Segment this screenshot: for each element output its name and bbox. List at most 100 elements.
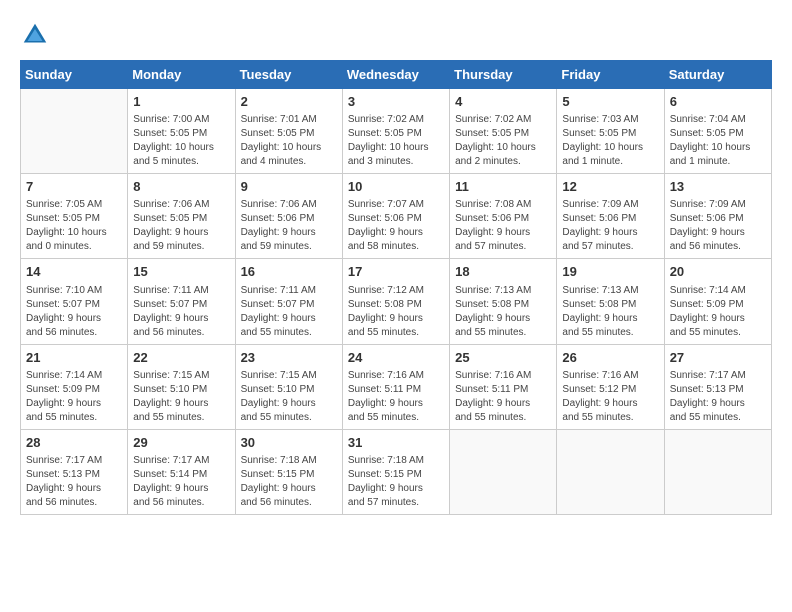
header-cell-tuesday: Tuesday <box>235 61 342 89</box>
day-number: 31 <box>348 434 444 452</box>
day-number: 11 <box>455 178 551 196</box>
day-info: Sunrise: 7:03 AM Sunset: 5:05 PM Dayligh… <box>562 113 658 169</box>
day-number: 20 <box>670 263 766 281</box>
day-number: 8 <box>133 178 229 196</box>
day-info: Sunrise: 7:16 AM Sunset: 5:11 PM Dayligh… <box>455 369 551 425</box>
day-cell: 26Sunrise: 7:16 AM Sunset: 5:12 PM Dayli… <box>557 344 664 429</box>
header-cell-monday: Monday <box>128 61 235 89</box>
day-info: Sunrise: 7:13 AM Sunset: 5:08 PM Dayligh… <box>455 284 551 340</box>
day-cell: 16 Sunrise: 7:11 AM Sunset: 5:07 PM Dayli… <box>235 259 342 344</box>
week-row-5: 28Sunrise: 7:17 AM Sunset: 5:13 PM Dayli… <box>21 429 772 514</box>
day-info: Sunrise: 7:12 AM Sunset: 5:08 PM Dayligh… <box>348 284 444 340</box>
day-info: Sunrise: 7:01 AM Sunset: 5:05 PM Dayligh… <box>241 113 337 169</box>
day-number: 12 <box>562 178 658 196</box>
day-cell: 12 Sunrise: 7:09 AM Sunset: 5:06 PM Dayli… <box>557 174 664 259</box>
day-info: Sunrise: 7:09 AM Sunset: 5:06 PM Dayligh… <box>562 198 658 254</box>
day-number: 5 <box>562 93 658 111</box>
day-number: 4 <box>455 93 551 111</box>
day-number: 9 <box>241 178 337 196</box>
day-cell: 20 Sunrise: 7:14 AM Sunset: 5:09 PM Dayli… <box>664 259 771 344</box>
day-info: Sunrise: 7:10 AM Sunset: 5:07 PM Dayligh… <box>26 284 122 340</box>
header-cell-saturday: Saturday <box>664 61 771 89</box>
day-number: 23 <box>241 349 337 367</box>
day-number: 25 <box>455 349 551 367</box>
logo-icon <box>20 20 50 50</box>
week-row-1: 1 Sunrise: 7:00 AM Sunset: 5:05 PM Daylig… <box>21 89 772 174</box>
page-header <box>20 20 772 50</box>
day-info: Sunrise: 7:16 AM Sunset: 5:12 PM Dayligh… <box>562 369 658 425</box>
day-cell <box>450 429 557 514</box>
day-number: 16 <box>241 263 337 281</box>
day-number: 30 <box>241 434 337 452</box>
day-cell: 29 Sunrise: 7:17 AM Sunset: 5:14 PM Dayli… <box>128 429 235 514</box>
day-cell <box>664 429 771 514</box>
day-cell: 3 Sunrise: 7:02 AM Sunset: 5:05 PM Daylig… <box>342 89 449 174</box>
week-row-3: 14 Sunrise: 7:10 AM Sunset: 5:07 PM Dayli… <box>21 259 772 344</box>
day-info: Sunrise: 7:17 AM Sunset: 5:13 PM Dayligh… <box>26 454 122 510</box>
day-info: Sunrise: 7:02 AM Sunset: 5:05 PM Dayligh… <box>455 113 551 169</box>
day-info: Sunrise: 7:11 AM Sunset: 5:07 PM Dayligh… <box>241 284 337 340</box>
day-cell <box>21 89 128 174</box>
day-info: Sunrise: 7:18 AM Sunset: 5:15 PM Dayligh… <box>241 454 337 510</box>
day-cell: 31 Sunrise: 7:18 AM Sunset: 5:15 PM Dayli… <box>342 429 449 514</box>
day-cell: 27Sunrise: 7:17 AM Sunset: 5:13 PM Dayli… <box>664 344 771 429</box>
day-cell: 17 Sunrise: 7:12 AM Sunset: 5:08 PM Dayli… <box>342 259 449 344</box>
day-number: 24 <box>348 349 444 367</box>
day-cell: 11 Sunrise: 7:08 AM Sunset: 5:06 PM Dayli… <box>450 174 557 259</box>
day-number: 17 <box>348 263 444 281</box>
header-cell-thursday: Thursday <box>450 61 557 89</box>
day-number: 2 <box>241 93 337 111</box>
day-info: Sunrise: 7:18 AM Sunset: 5:15 PM Dayligh… <box>348 454 444 510</box>
day-cell: 7 Sunrise: 7:05 AM Sunset: 5:05 PM Daylig… <box>21 174 128 259</box>
day-number: 29 <box>133 434 229 452</box>
day-number: 15 <box>133 263 229 281</box>
day-info: Sunrise: 7:14 AM Sunset: 5:09 PM Dayligh… <box>670 284 766 340</box>
calendar-header: SundayMondayTuesdayWednesdayThursdayFrid… <box>21 61 772 89</box>
day-cell: 10Sunrise: 7:07 AM Sunset: 5:06 PM Dayli… <box>342 174 449 259</box>
day-info: Sunrise: 7:09 AM Sunset: 5:06 PM Dayligh… <box>670 198 766 254</box>
day-info: Sunrise: 7:16 AM Sunset: 5:11 PM Dayligh… <box>348 369 444 425</box>
calendar-body: 1 Sunrise: 7:00 AM Sunset: 5:05 PM Daylig… <box>21 89 772 515</box>
week-row-2: 7 Sunrise: 7:05 AM Sunset: 5:05 PM Daylig… <box>21 174 772 259</box>
day-info: Sunrise: 7:06 AM Sunset: 5:05 PM Dayligh… <box>133 198 229 254</box>
day-cell: 18Sunrise: 7:13 AM Sunset: 5:08 PM Dayli… <box>450 259 557 344</box>
day-cell: 23Sunrise: 7:15 AM Sunset: 5:10 PM Dayli… <box>235 344 342 429</box>
logo <box>20 20 52 50</box>
week-row-4: 21Sunrise: 7:14 AM Sunset: 5:09 PM Dayli… <box>21 344 772 429</box>
day-cell: 5 Sunrise: 7:03 AM Sunset: 5:05 PM Daylig… <box>557 89 664 174</box>
day-info: Sunrise: 7:15 AM Sunset: 5:10 PM Dayligh… <box>133 369 229 425</box>
day-info: Sunrise: 7:04 AM Sunset: 5:05 PM Dayligh… <box>670 113 766 169</box>
header-cell-sunday: Sunday <box>21 61 128 89</box>
day-cell: 1 Sunrise: 7:00 AM Sunset: 5:05 PM Daylig… <box>128 89 235 174</box>
day-cell: 6 Sunrise: 7:04 AM Sunset: 5:05 PM Daylig… <box>664 89 771 174</box>
day-cell: 4 Sunrise: 7:02 AM Sunset: 5:05 PM Daylig… <box>450 89 557 174</box>
day-cell: 22 Sunrise: 7:15 AM Sunset: 5:10 PM Dayli… <box>128 344 235 429</box>
day-info: Sunrise: 7:00 AM Sunset: 5:05 PM Dayligh… <box>133 113 229 169</box>
header-cell-wednesday: Wednesday <box>342 61 449 89</box>
day-number: 6 <box>670 93 766 111</box>
day-cell <box>557 429 664 514</box>
day-info: Sunrise: 7:13 AM Sunset: 5:08 PM Dayligh… <box>562 284 658 340</box>
day-info: Sunrise: 7:14 AM Sunset: 5:09 PM Dayligh… <box>26 369 122 425</box>
day-number: 22 <box>133 349 229 367</box>
day-cell: 9 Sunrise: 7:06 AM Sunset: 5:06 PM Daylig… <box>235 174 342 259</box>
day-info: Sunrise: 7:05 AM Sunset: 5:05 PM Dayligh… <box>26 198 122 254</box>
day-number: 1 <box>133 93 229 111</box>
day-info: Sunrise: 7:17 AM Sunset: 5:14 PM Dayligh… <box>133 454 229 510</box>
day-number: 14 <box>26 263 122 281</box>
day-number: 7 <box>26 178 122 196</box>
day-cell: 21Sunrise: 7:14 AM Sunset: 5:09 PM Dayli… <box>21 344 128 429</box>
day-info: Sunrise: 7:02 AM Sunset: 5:05 PM Dayligh… <box>348 113 444 169</box>
day-number: 3 <box>348 93 444 111</box>
header-row: SundayMondayTuesdayWednesdayThursdayFrid… <box>21 61 772 89</box>
header-cell-friday: Friday <box>557 61 664 89</box>
day-cell: 15Sunrise: 7:11 AM Sunset: 5:07 PM Dayli… <box>128 259 235 344</box>
day-info: Sunrise: 7:06 AM Sunset: 5:06 PM Dayligh… <box>241 198 337 254</box>
day-number: 27 <box>670 349 766 367</box>
day-cell: 8 Sunrise: 7:06 AM Sunset: 5:05 PM Daylig… <box>128 174 235 259</box>
day-cell: 25 Sunrise: 7:16 AM Sunset: 5:11 PM Dayli… <box>450 344 557 429</box>
day-number: 13 <box>670 178 766 196</box>
day-info: Sunrise: 7:08 AM Sunset: 5:06 PM Dayligh… <box>455 198 551 254</box>
calendar-table: SundayMondayTuesdayWednesdayThursdayFrid… <box>20 60 772 515</box>
day-cell: 24 Sunrise: 7:16 AM Sunset: 5:11 PM Dayli… <box>342 344 449 429</box>
